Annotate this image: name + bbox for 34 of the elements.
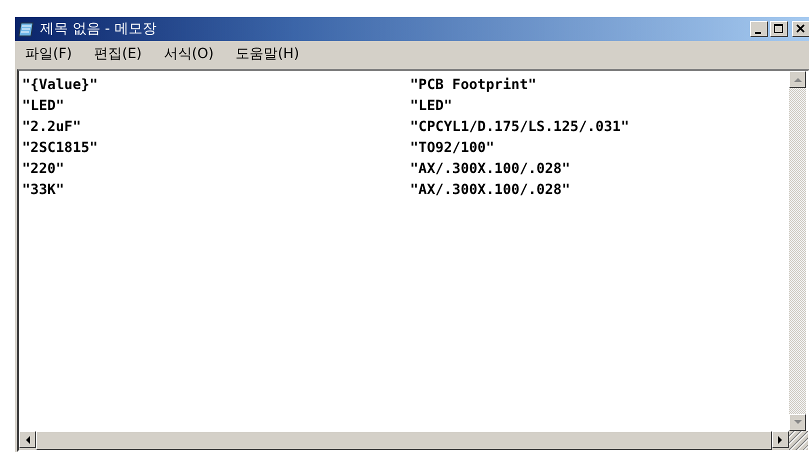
left-arrow-icon [25,436,30,444]
text-line: "PCB Footprint" [410,76,536,92]
up-arrow-icon [794,77,802,82]
menu-item[interactable]: 서식(O) [164,45,214,63]
scroll-right-button[interactable] [772,431,789,448]
scroll-left-button[interactable] [19,431,36,448]
menu-item[interactable]: 도움말(H) [236,45,300,63]
scroll-down-button[interactable] [789,414,806,431]
minimize-button[interactable] [750,21,768,37]
text-line: "33K" [22,182,66,198]
text-line: "LED" [22,98,66,114]
minimize-icon [755,32,761,34]
scroll-up-button[interactable] [789,71,806,88]
text-line: "LED" [410,98,452,114]
right-arrow-icon [778,436,783,444]
maximize-button[interactable] [770,21,788,37]
text-line: "{Value}" [22,76,99,92]
maximize-icon [774,24,784,34]
text-line: "AX/.300X.100/.028" [410,160,570,176]
text-area[interactable]: "{Value}" "PCB Footprint" "LED" "LED" "2.2uF" "CPCYL1/D.175/LS.125/.031" "2SC1815" "TO92/100" "220" "AX/.300X.100/.028" "33K" "AX/.300X.100/.028" [17,69,809,452]
text-line: "AX/.300X.100/.028" [410,182,570,198]
menu-item[interactable]: 편집(E) [94,45,142,63]
text-line: "CPCYL1/D.175/LS.125/.031" [410,118,630,134]
notepad-icon [18,21,36,37]
down-arrow-icon [794,420,802,425]
close-icon [796,24,806,34]
text-line: "2SC1815" [22,140,99,156]
text-line: "2.2uF" [22,118,82,134]
close-button[interactable] [792,21,809,37]
resize-grip[interactable] [789,431,808,450]
text-line: "TO92/100" [410,140,494,156]
text-line: "220" [22,160,66,176]
menu-item[interactable]: 파일(F) [25,45,72,63]
window-title: 제목 없음 - 메모장 [40,20,158,38]
